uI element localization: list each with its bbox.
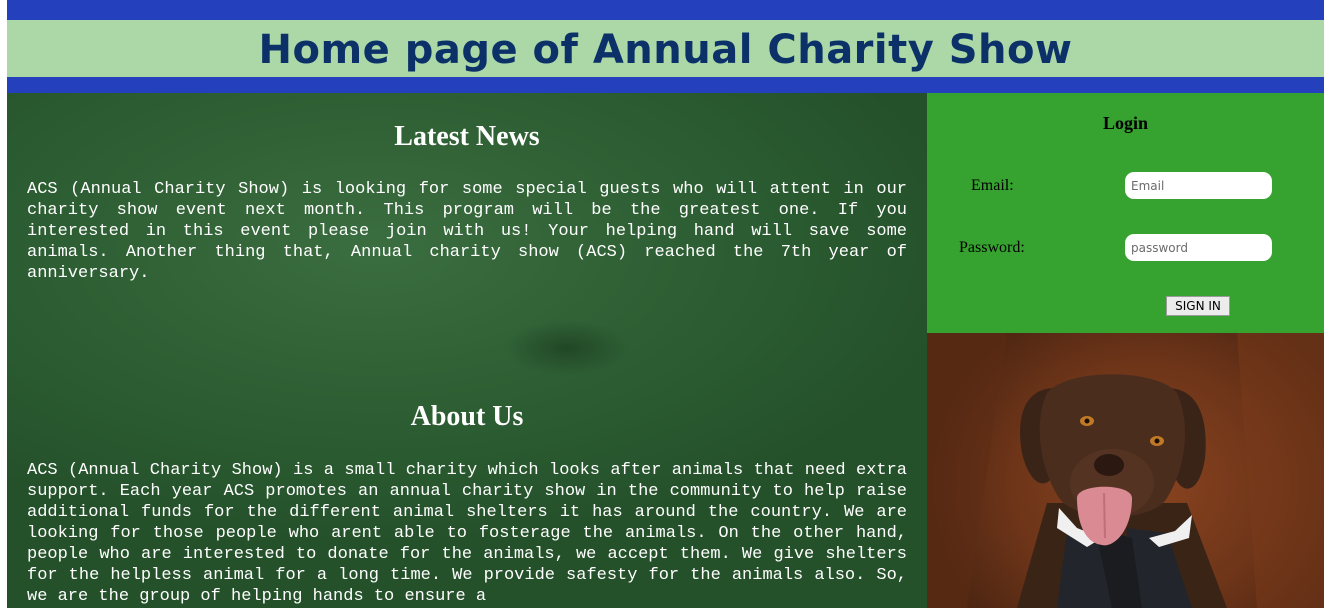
email-field[interactable] bbox=[1125, 172, 1272, 199]
login-heading: Login bbox=[1102, 113, 1149, 133]
password-field[interactable] bbox=[1125, 234, 1272, 261]
dog-illustration bbox=[927, 333, 1324, 608]
password-label: Password: bbox=[959, 239, 1025, 256]
header-divider-bar bbox=[7, 77, 1324, 93]
login-panel: Login Email: Password: SIGN IN bbox=[927, 93, 1324, 333]
latest-news-heading: Latest News bbox=[394, 121, 540, 152]
sign-in-button[interactable]: SIGN IN bbox=[1166, 296, 1230, 316]
page-title: Home page of Annual Charity Show bbox=[258, 27, 1073, 73]
top-blue-bar bbox=[7, 0, 1324, 20]
dog-photo bbox=[927, 333, 1324, 608]
site-header: Home page of Annual Charity Show bbox=[7, 20, 1324, 77]
latest-news-text: ACS (Annual Charity Show) is looking for… bbox=[27, 180, 907, 283]
left-edge bbox=[0, 0, 7, 608]
about-us-heading: About Us bbox=[410, 401, 524, 432]
main-content: Latest News ACS (Annual Charity Show) is… bbox=[7, 93, 927, 608]
email-label: Email: bbox=[971, 177, 1014, 194]
about-us-text: ACS (Annual Charity Show) is a small cha… bbox=[27, 461, 907, 606]
